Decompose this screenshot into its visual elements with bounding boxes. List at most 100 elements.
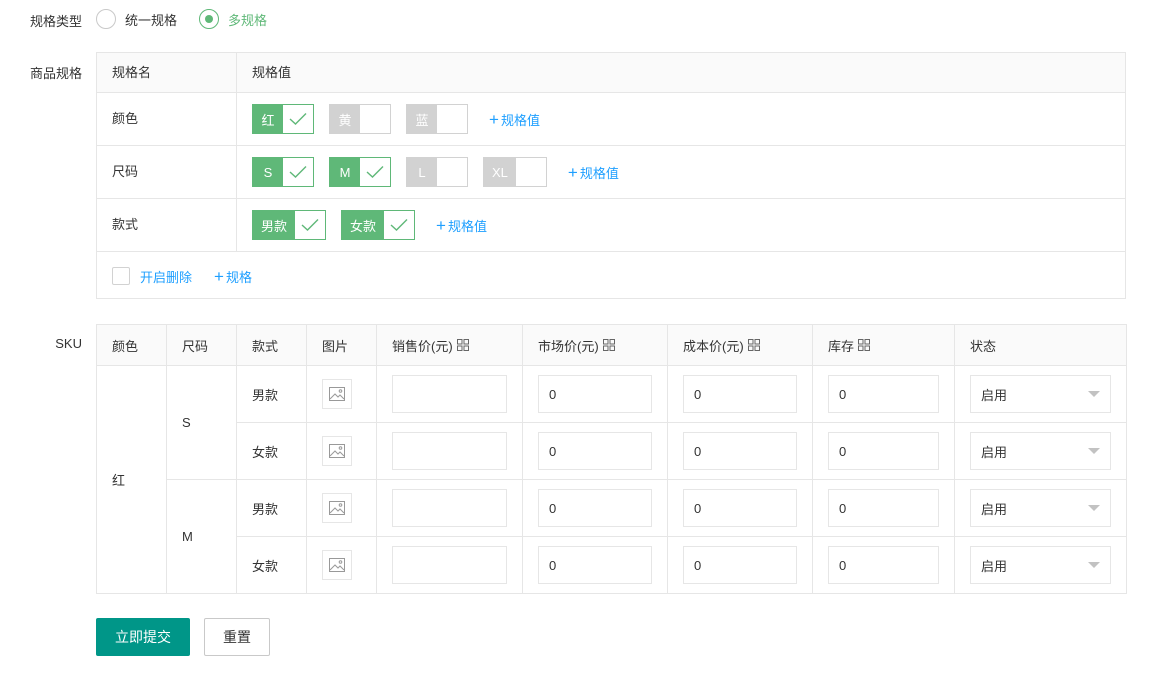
sku-col-cost-price: 成本价(元) <box>667 324 813 366</box>
sku-cell-color: 红 <box>96 365 167 594</box>
sku-col-stock: 库存 <box>812 324 955 366</box>
spec-tag-l[interactable]: L <box>406 157 468 187</box>
market-price-input[interactable] <box>538 489 652 527</box>
sku-cell-size: M <box>166 479 237 594</box>
spec-tag-male[interactable]: 男款 <box>252 210 327 240</box>
spec-tag-xl[interactable]: XL <box>483 157 547 187</box>
spec-tag-label: 红 <box>253 105 283 133</box>
add-value-label: 规格值 <box>500 112 540 128</box>
sale-price-input[interactable] <box>392 432 507 470</box>
stock-input[interactable] <box>828 375 939 413</box>
check-icon <box>301 219 319 231</box>
check-icon <box>289 113 307 125</box>
spec-row-color: 颜色 红 黄 蓝 + 规格值 <box>97 93 1125 146</box>
stock-input[interactable] <box>828 546 939 584</box>
cost-price-input[interactable] <box>683 375 797 413</box>
header-label: 成本价(元) <box>683 338 744 354</box>
radio-label: 统一规格 <box>125 12 178 28</box>
add-spec-button[interactable]: + 规格 <box>214 267 252 286</box>
image-upload-icon[interactable] <box>322 550 352 580</box>
batch-fill-icon[interactable] <box>747 339 760 352</box>
image-upload-icon[interactable] <box>322 379 352 409</box>
chevron-down-icon <box>1088 391 1100 397</box>
radio-unified-spec[interactable]: 统一规格 <box>96 9 177 29</box>
sku-table: 颜色 尺码 款式 图片 销售价(元) 市场价(元) 成本价(元) 库存 状态 红… <box>96 324 1127 594</box>
sku-cell-style: 男款 <box>236 365 307 423</box>
table-row: 女款 启用 <box>97 536 1127 594</box>
plus-icon: + <box>214 266 224 286</box>
image-upload-icon[interactable] <box>322 436 352 466</box>
spec-tag-m[interactable]: M <box>329 157 391 187</box>
spec-tag-red[interactable]: 红 <box>252 104 314 134</box>
sku-cell-size: S <box>166 365 237 480</box>
sku-cell-style: 女款 <box>236 536 307 594</box>
reset-button[interactable]: 重置 <box>204 618 270 656</box>
table-row: 红 S 男款 启用 <box>96 365 1127 594</box>
spec-row-size: 尺码 S M L XL + 规格值 <box>97 146 1125 199</box>
spec-type-label: 规格类型 <box>29 14 82 29</box>
sku-cell-style: 女款 <box>236 422 307 480</box>
cost-price-input[interactable] <box>683 432 797 470</box>
status-select[interactable]: 启用 <box>970 432 1111 470</box>
spec-name: 尺码 <box>97 146 237 198</box>
sku-col-sale-price: 销售价(元) <box>376 324 523 366</box>
spec-tag-label: L <box>407 158 437 186</box>
market-price-input[interactable] <box>538 375 652 413</box>
sale-price-input[interactable] <box>392 375 507 413</box>
add-spec-value-color-button[interactable]: + 规格值 <box>489 110 540 129</box>
status-select[interactable]: 启用 <box>970 375 1111 413</box>
sku-col-market-price: 市场价(元) <box>522 324 668 366</box>
spec-tag-yellow[interactable]: 黄 <box>329 104 391 134</box>
batch-fill-icon[interactable] <box>602 339 615 352</box>
check-icon <box>366 166 384 178</box>
spec-tag-label: 蓝 <box>407 105 437 133</box>
sku-col-style: 款式 <box>236 324 307 366</box>
sku-header-row: 颜色 尺码 款式 图片 销售价(元) 市场价(元) 成本价(元) 库存 状态 <box>96 324 1127 366</box>
market-price-input[interactable] <box>538 432 652 470</box>
sku-cell-image <box>306 422 377 480</box>
spec-tag-s[interactable]: S <box>252 157 314 187</box>
stock-input[interactable] <box>828 432 939 470</box>
sku-col-color: 颜色 <box>96 324 167 366</box>
add-spec-value-style-button[interactable]: + 规格值 <box>436 216 487 235</box>
spec-tag-label: 女款 <box>342 211 385 239</box>
radio-multi-spec[interactable]: 多规格 <box>199 9 267 29</box>
header-label: 市场价(元) <box>538 338 599 354</box>
image-upload-icon[interactable] <box>322 493 352 523</box>
sku-col-image: 图片 <box>306 324 377 366</box>
add-value-label: 规格值 <box>447 218 487 234</box>
enable-delete-checkbox[interactable] <box>112 267 130 285</box>
market-price-input[interactable] <box>538 546 652 584</box>
submit-button[interactable]: 立即提交 <box>96 618 190 656</box>
add-spec-value-size-button[interactable]: + 规格值 <box>568 163 619 182</box>
spec-tag-label: M <box>330 158 360 186</box>
spec-tag-female[interactable]: 女款 <box>341 210 416 240</box>
spec-table: 规格名 规格值 颜色 红 黄 蓝 + 规格值 尺码 S M L XL + 规格值… <box>96 52 1126 299</box>
spec-tag-blue[interactable]: 蓝 <box>406 104 468 134</box>
chevron-down-icon <box>1088 448 1100 454</box>
chevron-down-icon <box>1088 505 1100 511</box>
batch-fill-icon[interactable] <box>456 339 469 352</box>
status-select-value: 启用 <box>981 444 1008 460</box>
spec-table-header: 规格名 规格值 <box>97 53 1125 93</box>
spec-tag-label: 黄 <box>330 105 360 133</box>
cost-price-input[interactable] <box>683 546 797 584</box>
stock-input[interactable] <box>828 489 939 527</box>
status-select-value: 启用 <box>981 558 1008 574</box>
chevron-down-icon <box>1088 562 1100 568</box>
spec-tag-label: 男款 <box>253 211 296 239</box>
spec-row-style: 款式 男款 女款 + 规格值 <box>97 199 1125 252</box>
sku-cell-image <box>306 536 377 594</box>
plus-icon: + <box>436 215 446 235</box>
spec-tag-label: S <box>253 158 283 186</box>
status-select[interactable]: 启用 <box>970 489 1111 527</box>
cost-price-input[interactable] <box>683 489 797 527</box>
status-select[interactable]: 启用 <box>970 546 1111 584</box>
sale-price-input[interactable] <box>392 489 507 527</box>
radio-circle[interactable] <box>96 9 116 29</box>
spec-table-footer: 开启删除 + 规格 <box>97 252 1125 300</box>
batch-fill-icon[interactable] <box>858 339 871 352</box>
radio-circle[interactable] <box>199 9 220 29</box>
enable-delete-link[interactable]: 开启删除 <box>140 267 192 286</box>
sale-price-input[interactable] <box>392 546 507 584</box>
